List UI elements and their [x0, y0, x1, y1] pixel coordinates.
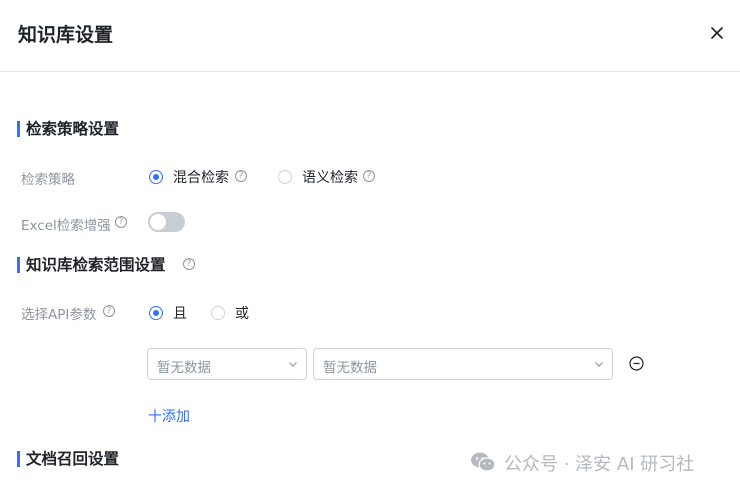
- toggle-knob: [150, 214, 166, 230]
- radio-hybrid-search[interactable]: [149, 170, 163, 184]
- watermark: 公众号 · 泽安 AI 研习社: [470, 450, 694, 476]
- dialog-title: 知识库设置: [18, 24, 114, 46]
- search-strategy-label: 检索策略: [21, 172, 75, 188]
- radio-and[interactable]: [149, 306, 163, 320]
- section-title-recall: 文档召回设置: [17, 451, 119, 467]
- excel-enhance-label: Excel检索增强: [21, 218, 111, 234]
- wechat-icon: [471, 452, 496, 472]
- help-icon[interactable]: ?: [115, 216, 127, 228]
- api-params-label: 选择API参数: [21, 307, 97, 323]
- param-value-select[interactable]: 暂无数据: [313, 348, 613, 380]
- radio-and-label[interactable]: 且: [173, 303, 187, 323]
- radio-semantic-search-label[interactable]: 语义检索: [302, 167, 358, 187]
- excel-enhance-toggle[interactable]: [148, 212, 185, 232]
- param-field-select[interactable]: 暂无数据: [147, 348, 307, 380]
- help-icon[interactable]: ?: [183, 258, 195, 270]
- dialog-header: 知识库设置: [0, 0, 740, 72]
- help-icon[interactable]: ?: [363, 170, 375, 182]
- close-icon[interactable]: [708, 24, 726, 42]
- remove-condition-icon[interactable]: [629, 356, 644, 371]
- add-condition-button[interactable]: 十添加: [148, 406, 190, 426]
- watermark-text: 公众号 · 泽安 AI 研习社: [504, 454, 695, 475]
- radio-hybrid-search-label[interactable]: 混合检索: [173, 167, 229, 187]
- section-title-scope: 知识库检索范围设置: [17, 257, 166, 273]
- help-icon[interactable]: ?: [235, 170, 247, 182]
- help-icon[interactable]: ?: [103, 305, 115, 317]
- radio-semantic-search[interactable]: [278, 170, 292, 184]
- param-field-placeholder: 暂无数据: [157, 360, 211, 376]
- param-value-placeholder: 暂无数据: [323, 360, 377, 376]
- radio-or[interactable]: [211, 306, 225, 320]
- section-title-search-strategy: 检索策略设置: [17, 121, 119, 137]
- radio-or-label[interactable]: 或: [235, 303, 249, 323]
- chevron-down-icon: [289, 362, 297, 367]
- chevron-down-icon: [595, 362, 603, 367]
